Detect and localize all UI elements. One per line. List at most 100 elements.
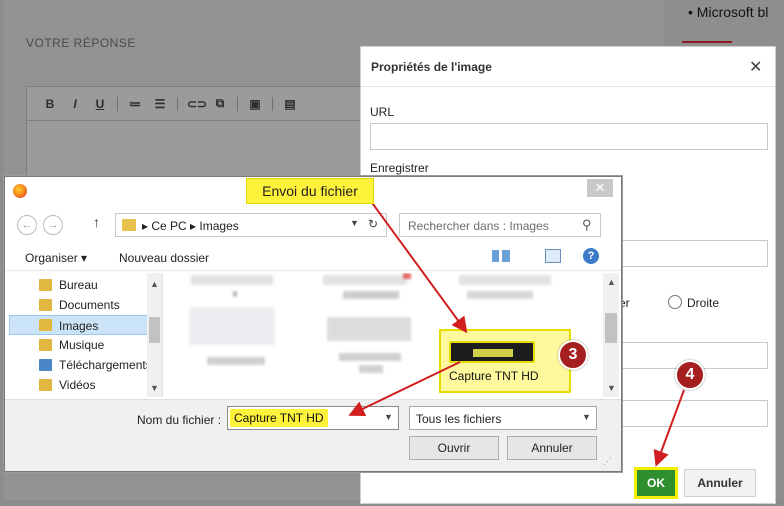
chevron-down-icon[interactable]: ▼ — [350, 218, 359, 228]
blurred-label — [233, 291, 237, 297]
chevron-up-icon[interactable]: ▲ — [607, 277, 616, 287]
sidebar-item-label: Musique — [59, 338, 105, 352]
source-icon[interactable]: ▤ — [282, 97, 298, 111]
blurred-thumbnail[interactable] — [189, 307, 275, 345]
breadcrumb-this-pc[interactable]: Ce PC — [151, 219, 186, 233]
file-item-capture-tnt-hd[interactable]: Capture TNT HD — [439, 329, 571, 393]
step-4-badge: 4 — [675, 360, 705, 390]
dialog-header: Propriétés de l'image ✕ — [361, 47, 775, 87]
file-thumbnail — [449, 341, 535, 363]
cancel-button[interactable]: Annuler — [684, 469, 756, 497]
chevron-up-icon[interactable]: ▲ — [150, 279, 159, 289]
sidebar-item-telechargements[interactable]: Téléchargements — [9, 355, 152, 375]
sidebar-item-label: Documents — [59, 298, 120, 312]
address-bar[interactable]: ▸ Ce PC ▸ Images ▼ ↻ — [115, 213, 387, 237]
sidebar-bullet-item[interactable]: • Microsoft bl — [688, 4, 768, 20]
filename-label: Nom du fichier : — [137, 413, 222, 427]
underline-button[interactable]: U — [92, 97, 108, 111]
folder-icon — [39, 379, 52, 391]
back-arrow-icon[interactable]: ← — [17, 215, 37, 235]
blurred-label — [339, 353, 401, 361]
blurred-thumbnail[interactable] — [459, 275, 551, 285]
link-icon[interactable]: ⊂⊃ — [187, 97, 207, 111]
bullet-list-icon[interactable]: ☰ — [152, 97, 168, 111]
filename-input[interactable]: Capture TNT HD ▼ — [227, 406, 399, 430]
text-input[interactable] — [601, 400, 768, 427]
bold-button[interactable]: B — [42, 97, 58, 111]
view-options-icon[interactable] — [492, 250, 510, 262]
blurred-label — [359, 365, 383, 373]
up-arrow-icon[interactable]: ↑ — [93, 214, 100, 230]
filename-value: Capture TNT HD — [230, 409, 328, 427]
blurred-thumbnail[interactable] — [323, 275, 407, 285]
chevron-down-icon[interactable]: ▼ — [607, 383, 616, 393]
sidebar-item-images[interactable]: Images — [9, 315, 149, 335]
breadcrumb-images[interactable]: Images — [199, 219, 238, 233]
cancel-button[interactable]: Annuler — [507, 436, 597, 460]
image-icon[interactable]: ▣ — [247, 97, 263, 111]
blurred-label — [467, 291, 533, 299]
close-icon[interactable]: ✕ — [587, 179, 613, 197]
file-list: Capture TNT HD — [163, 273, 603, 397]
folder-icon — [122, 219, 136, 231]
folder-icon — [39, 339, 52, 351]
folder-icon — [39, 279, 52, 291]
toolbar-divider — [272, 96, 273, 111]
sidebar-item-musique[interactable]: Musique — [9, 335, 149, 355]
align-right-radio[interactable] — [668, 295, 682, 309]
red-thumbnail-mark — [403, 273, 411, 279]
dimension-input[interactable] — [601, 240, 768, 267]
dialog-footer: Nom du fichier : Capture TNT HD ▼ Tous l… — [5, 399, 621, 471]
open-button[interactable]: Ouvrir — [409, 436, 499, 460]
sidebar-item-bureau[interactable]: Bureau — [9, 275, 149, 295]
sidebar-item-label: Téléchargements — [59, 358, 152, 372]
blurred-thumbnail[interactable] — [191, 275, 273, 285]
blurred-label — [343, 291, 399, 299]
reply-title: VOTRE RÉPONSE — [26, 36, 136, 50]
folder-icon — [39, 319, 52, 331]
firefox-icon — [13, 184, 27, 198]
navigation-pane: Bureau Documents Images Musique Téléchar… — [5, 273, 163, 397]
new-folder-button[interactable]: Nouveau dossier — [119, 251, 209, 265]
editor-toolbar: B I U ≔ ☰ ⊂⊃ ⧉ ▣ ▤ — [27, 87, 365, 121]
file-open-dialog: ✕ ← → ↑ ▸ Ce PC ▸ Images ▼ ↻ Rechercher … — [4, 176, 622, 472]
dialog-toolbar: Organiser ▾ Nouveau dossier ? — [5, 243, 621, 271]
breadcrumb: ▸ Ce PC ▸ Images — [142, 219, 239, 233]
ok-button[interactable]: OK — [634, 467, 678, 499]
accent-underline — [682, 41, 732, 43]
upload-callout: Envoi du fichier — [246, 178, 374, 204]
save-label: Enregistrer — [370, 161, 429, 175]
dialog-title: Propriétés de l'image — [371, 60, 492, 74]
url-label: URL — [370, 105, 395, 119]
sidebar-item-label: Vidéos — [59, 378, 96, 392]
url-input[interactable] — [370, 123, 768, 150]
scrollbar-thumb[interactable] — [605, 313, 617, 343]
close-icon[interactable]: ✕ — [749, 57, 762, 77]
forward-arrow-icon[interactable]: → — [43, 215, 63, 235]
chevron-down-icon[interactable]: ▼ — [384, 412, 393, 422]
toolbar-divider — [237, 96, 238, 111]
sidebar-item-label: Bureau — [59, 278, 98, 292]
folder-icon — [39, 299, 52, 311]
scrollbar-thumb[interactable] — [149, 317, 160, 343]
filetype-select[interactable]: Tous les fichiers ▼ — [409, 406, 597, 430]
sidebar-item-label: Images — [59, 319, 99, 333]
chevron-down-icon[interactable]: ▼ — [582, 412, 591, 422]
help-icon[interactable]: ? — [583, 248, 599, 264]
organize-button[interactable]: Organiser ▾ — [25, 251, 87, 265]
blurred-thumbnail[interactable] — [327, 317, 411, 341]
navigation-bar: ← → ↑ ▸ Ce PC ▸ Images ▼ ↻ Rechercher da… — [5, 210, 621, 240]
preview-pane-icon[interactable] — [545, 249, 561, 263]
file-name: Capture TNT HD — [449, 369, 539, 383]
resize-grip-icon[interactable]: ⋰ — [603, 456, 612, 467]
search-input[interactable]: Rechercher dans : Images ⚲ — [399, 213, 601, 237]
sidebar-item-documents[interactable]: Documents — [9, 295, 149, 315]
chevron-down-icon[interactable]: ▼ — [150, 383, 159, 393]
refresh-icon[interactable]: ↻ — [368, 217, 378, 231]
download-folder-icon — [39, 359, 52, 371]
italic-button[interactable]: I — [67, 97, 83, 111]
filetype-value: Tous les fichiers — [416, 412, 502, 426]
sidebar-item-videos[interactable]: Vidéos — [9, 375, 149, 395]
numbered-list-icon[interactable]: ≔ — [127, 97, 143, 111]
unlink-icon[interactable]: ⧉ — [212, 96, 228, 111]
